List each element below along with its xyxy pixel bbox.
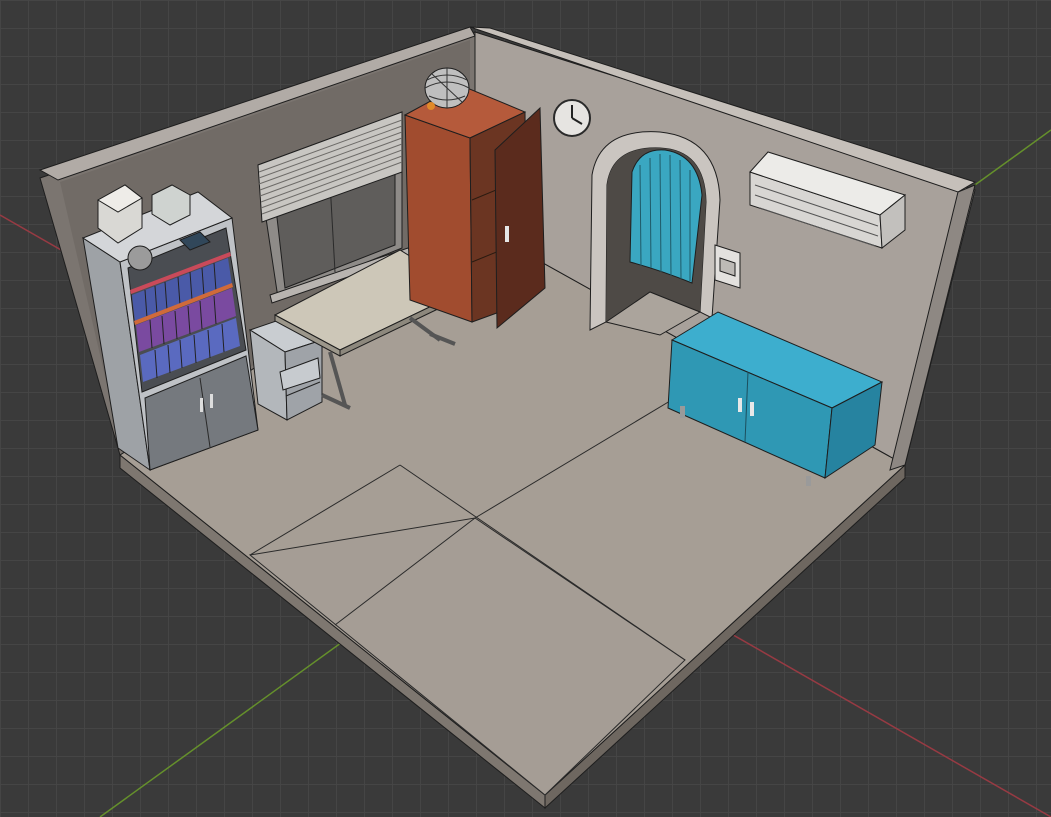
sphere-icon (127, 245, 153, 271)
cabinet-handle-icon (738, 398, 742, 412)
arched-doorway[interactable] (589, 131, 721, 336)
switch-icon[interactable] (714, 244, 741, 289)
3d-viewport[interactable] (0, 0, 1051, 817)
wardrobe[interactable] (403, 84, 546, 330)
cabinet-handle-right (210, 394, 213, 408)
cabinet-handle-left (200, 398, 203, 412)
wardrobe-handle (505, 226, 509, 242)
cabinet-handle-icon (750, 402, 754, 416)
clock-icon (553, 99, 591, 137)
bookshelf[interactable] (81, 184, 259, 472)
scene-canvas[interactable] (0, 0, 1051, 817)
wardrobe-front (404, 114, 473, 323)
